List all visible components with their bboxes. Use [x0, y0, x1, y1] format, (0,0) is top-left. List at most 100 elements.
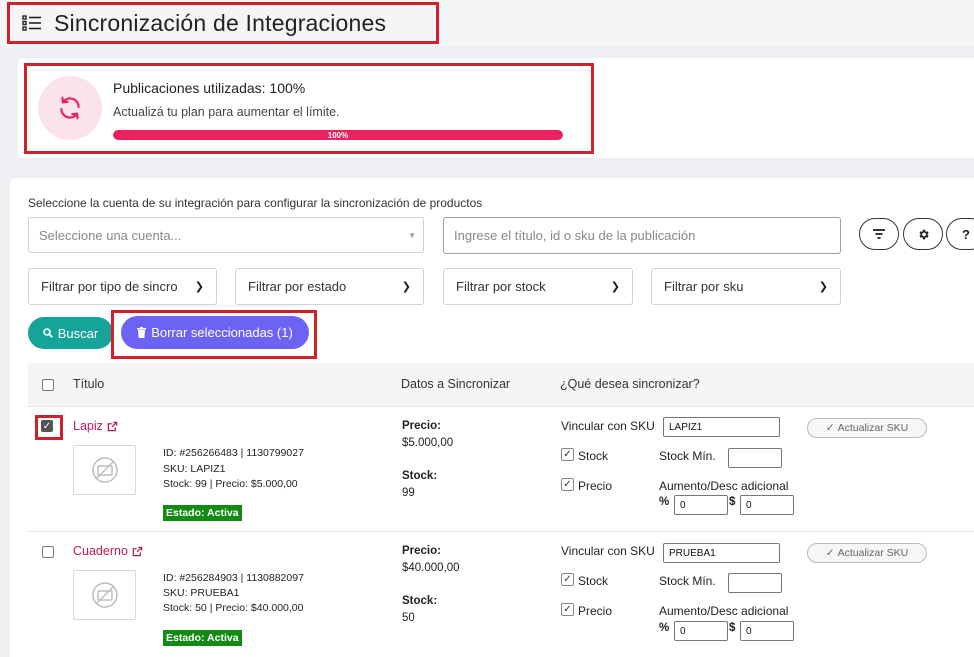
price-label: Precio: [402, 420, 441, 432]
filter-icon [873, 229, 885, 239]
product-id: ID: #256284903 | 1130882097 [163, 572, 304, 584]
sync-type-filter[interactable]: Filtrar por tipo de sincro ❯ [28, 268, 217, 305]
help-button[interactable]: ? [946, 218, 974, 250]
help-icon: ? [962, 226, 970, 242]
search-button-label: Buscar [57, 325, 99, 341]
sync-icon [60, 96, 80, 120]
column-sync-data: Datos a Sincronizar [401, 377, 511, 391]
link-sku-label: Vincular con SKU [561, 419, 655, 433]
gear-icon [918, 229, 929, 239]
status-filter-label: Filtrar por estado [248, 279, 347, 294]
price-label: Precio: [402, 545, 441, 557]
row-checkbox[interactable] [42, 546, 54, 558]
sync-price-label: Precio [578, 604, 613, 618]
stock-min-input[interactable] [728, 573, 782, 593]
status-badge: Estado: Activa [163, 505, 242, 521]
update-sku-button[interactable]: ✓ Actualizar SKU [807, 543, 927, 563]
product-sku: SKU: LAPIZ1 [163, 463, 226, 475]
product-link[interactable]: Cuaderno [73, 544, 143, 558]
price-adjust-label: Aumento/Desc adicional [659, 604, 789, 618]
account-select-placeholder: Seleccione una cuenta... [39, 228, 182, 243]
update-sku-button[interactable]: ✓ Actualizar SKU [807, 418, 927, 438]
stock-value: 99 [402, 487, 415, 499]
filter-button[interactable] [859, 218, 899, 250]
product-thumbnail [73, 445, 136, 495]
sync-icon-circle [38, 76, 102, 140]
check-icon: ✓ [825, 422, 835, 434]
caret-down-icon: ▼ [408, 231, 416, 240]
plan-usage-subtitle: Actualizá tu plan para aumentar el límit… [113, 105, 340, 119]
sync-stock-checkbox[interactable]: ✓ [561, 573, 574, 586]
page-title: Sincronización de Integraciones [54, 9, 387, 36]
stock-label: Stock: [402, 470, 438, 482]
sku-input[interactable]: LAPIZ1 [663, 417, 780, 437]
sync-price-checkbox[interactable]: ✓ [561, 478, 574, 491]
table-header: Título Datos a Sincronizar ¿Qué desea si… [28, 363, 974, 407]
list-icon[interactable] [22, 14, 42, 32]
percent-label: % [659, 496, 670, 508]
sku-input[interactable]: PRUEBA1 [663, 543, 780, 563]
chevron-down-icon: ❯ [401, 281, 411, 293]
chevron-down-icon: ❯ [194, 281, 204, 293]
price-adjust-label: Aumento/Desc adicional [659, 479, 789, 493]
search-icon [42, 328, 53, 338]
sku-filter[interactable]: Filtrar por sku ❯ [651, 268, 841, 305]
product-stock-price: Stock: 50 | Precio: $40.000,00 [163, 602, 304, 614]
account-select[interactable]: Seleccione una cuenta... ▼ [28, 217, 424, 253]
search-button[interactable]: Buscar [28, 317, 113, 349]
percent-input[interactable]: 0 [674, 621, 728, 641]
progress-label: 100% [327, 130, 349, 140]
status-badge: Estado: Activa [163, 630, 242, 646]
stock-filter-label: Filtrar por stock [456, 279, 546, 294]
product-title: Cuaderno [73, 544, 128, 558]
row-divider [28, 531, 974, 532]
stock-min-label: Stock Mín. [659, 449, 716, 463]
dollar-input[interactable]: 0 [740, 495, 794, 515]
update-sku-label: Actualizar SKU [837, 422, 909, 434]
sync-price-checkbox[interactable]: ✓ [561, 603, 574, 616]
status-filter[interactable]: Filtrar por estado ❯ [235, 268, 424, 305]
percent-input[interactable]: 0 [674, 495, 728, 515]
product-thumbnail [73, 570, 136, 620]
product-stock-price: Stock: 99 | Precio: $5.000,00 [163, 478, 298, 490]
link-sku-label: Vincular con SKU [561, 544, 655, 558]
chevron-down-icon: ❯ [610, 281, 620, 293]
no-image-icon [91, 457, 118, 483]
plan-usage-title: Publicaciones utilizadas: 100% [113, 80, 306, 96]
row-checkbox[interactable]: ✓ [41, 420, 53, 432]
stock-label: Stock: [402, 595, 438, 607]
sync-stock-checkbox[interactable]: ✓ [561, 448, 574, 461]
column-title: Título [73, 377, 105, 391]
stock-min-input[interactable] [728, 448, 782, 468]
column-sync-options: ¿Qué desea sincronizar? [560, 377, 700, 391]
product-id: ID: #256266483 | 1130799027 [163, 447, 304, 459]
settings-button[interactable] [903, 218, 943, 250]
product-link[interactable]: Lapiz [73, 419, 118, 433]
external-link-icon [132, 546, 143, 556]
page-title-box: Sincronización de Integraciones [7, 2, 439, 44]
stock-min-label: Stock Mín. [659, 574, 716, 588]
sync-stock-label: Stock [578, 574, 609, 588]
trash-icon [137, 327, 147, 338]
sku-filter-label: Filtrar por sku [664, 279, 744, 294]
sync-type-filter-label: Filtrar por tipo de sincro [41, 279, 178, 294]
search-input[interactable] [443, 217, 841, 254]
product-title: Lapiz [73, 419, 103, 433]
stock-value: 50 [402, 612, 415, 624]
chevron-down-icon: ❯ [818, 281, 828, 293]
select-all-checkbox[interactable] [42, 379, 54, 391]
delete-selected-button[interactable]: Borrar seleccionadas (1) [121, 316, 309, 349]
price-value: $5.000,00 [402, 437, 454, 449]
percent-label: % [659, 622, 670, 634]
update-sku-label: Actualizar SKU [837, 547, 909, 559]
product-sku: SKU: PRUEBA1 [163, 587, 240, 599]
sync-stock-label: Stock [578, 449, 609, 463]
price-value: $40.000,00 [402, 562, 460, 574]
stock-filter[interactable]: Filtrar por stock ❯ [443, 268, 633, 305]
plan-usage-box: Publicaciones utilizadas: 100% Actualizá… [24, 63, 594, 154]
dollar-input[interactable]: 0 [740, 621, 794, 641]
external-link-icon [107, 421, 118, 431]
usage-progress-bar: 100% [113, 130, 563, 140]
check-icon: ✓ [825, 547, 835, 559]
sync-price-label: Precio [578, 479, 613, 493]
